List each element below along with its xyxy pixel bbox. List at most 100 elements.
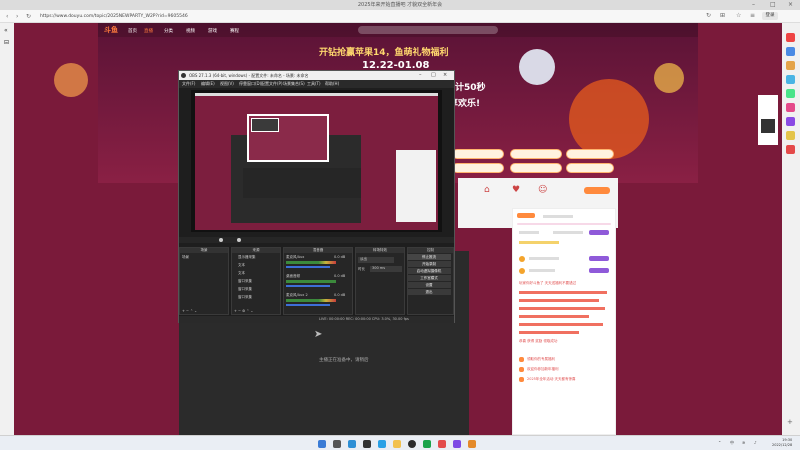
app-icon[interactable] (786, 89, 795, 98)
minimize-icon[interactable]: – (419, 72, 422, 78)
source-item[interactable]: 文本 (238, 271, 245, 276)
exit-button[interactable]: 退出 (407, 289, 451, 295)
browser-icon[interactable] (378, 440, 386, 448)
obs-taskbar-icon[interactable] (408, 440, 416, 448)
obs-window[interactable]: OBS 27.1.3 (64-bit, windows) - 配置文件: 未命名… (178, 70, 455, 323)
add-icon[interactable]: + (787, 418, 793, 426)
transition-select[interactable]: 淡出 (358, 257, 394, 263)
panel-tag[interactable] (589, 256, 609, 261)
close-icon[interactable]: × (788, 1, 793, 8)
panel-tag[interactable] (589, 230, 609, 235)
gear-icon[interactable] (237, 238, 241, 242)
start-virtual-camera-button[interactable]: 启动虚拟摄像机 (407, 268, 451, 274)
site-logo[interactable]: 斗鱼 (104, 25, 118, 35)
login-button[interactable]: 登录 (762, 12, 778, 20)
app-icon[interactable] (453, 440, 461, 448)
menu-edit[interactable]: 编辑(E) (201, 81, 215, 87)
favorite-icon[interactable]: ☆ (736, 12, 741, 19)
app-icon[interactable] (468, 440, 476, 448)
tab-activity[interactable] (517, 213, 535, 218)
start-recording-button[interactable]: 开始录制 (407, 261, 451, 267)
volume-slider[interactable] (286, 304, 330, 306)
close-icon[interactable]: × (443, 72, 447, 78)
promo-button-3[interactable] (566, 149, 614, 159)
panel-list-item-1[interactable]: 领取你的专属福利 (527, 357, 555, 362)
nav-games[interactable]: 游戏 (208, 28, 217, 34)
promo-button-2[interactable] (510, 149, 562, 159)
menu-profile[interactable]: 配置文件(P) (261, 81, 283, 87)
follow-button[interactable] (584, 187, 610, 194)
app-icon[interactable] (786, 103, 795, 112)
app-icon[interactable] (786, 75, 795, 84)
menu-icon[interactable]: ≡ (750, 12, 755, 19)
volume-slider[interactable] (286, 285, 330, 287)
panel-list-item-2[interactable]: 欢迎你参加新年福利 (527, 367, 559, 372)
tray-chevron-icon[interactable]: ⌃ (718, 440, 721, 445)
menu-file[interactable]: 文件(F) (182, 81, 195, 87)
app-icon[interactable] (786, 145, 795, 154)
tab-rules[interactable] (543, 215, 573, 218)
gift-icon[interactable]: ⌂ (484, 185, 490, 195)
radio-icon[interactable] (219, 238, 223, 242)
source-item[interactable]: 窗口采集 (238, 279, 252, 284)
promo-button-4[interactable] (452, 163, 504, 173)
panel-tag[interactable] (589, 268, 609, 273)
duration-input[interactable]: 300 ms (370, 266, 402, 272)
studio-mode-button[interactable]: 工作室模式 (407, 275, 451, 281)
volume-icon[interactable]: ♪ (754, 440, 757, 445)
language-indicator[interactable]: 中 (730, 440, 734, 446)
app-icon[interactable] (786, 117, 795, 126)
start-icon[interactable] (318, 440, 326, 448)
nav-schedule[interactable]: 赛程 (230, 28, 239, 34)
file-explorer-icon[interactable] (393, 440, 401, 448)
site-search-input[interactable] (358, 26, 498, 34)
search-icon[interactable] (333, 440, 341, 448)
obs-preview[interactable] (191, 90, 442, 232)
wifi-icon[interactable]: ≋ (742, 440, 745, 445)
maximize-icon[interactable]: □ (431, 72, 436, 78)
menu-scene-collection[interactable]: 场景集合(S) (283, 81, 305, 87)
minimize-icon[interactable]: – (752, 1, 755, 8)
add-source-icon[interactable]: + − ⚙ ⌃ ⌄ (234, 309, 253, 313)
menu-help[interactable]: 帮助(H) (325, 81, 339, 87)
promo-button-6[interactable] (566, 163, 614, 173)
source-item[interactable]: 显示器采集 (238, 255, 256, 260)
stop-streaming-button[interactable]: 停止推流 (407, 254, 451, 260)
app-icon[interactable] (786, 61, 795, 70)
app-icon[interactable] (786, 33, 795, 42)
nav-category[interactable]: 分类 (164, 28, 173, 34)
promo-button-5[interactable] (510, 163, 562, 173)
menu-docks[interactable]: 停靠窗口(D) (239, 81, 261, 87)
reload-icon[interactable]: ↻ (26, 13, 31, 20)
source-item[interactable]: 窗口采集 (238, 295, 252, 300)
back-icon[interactable]: ‹ (6, 13, 8, 20)
nav-video[interactable]: 视频 (186, 28, 195, 34)
panel-list-item-3[interactable]: 2025年全年活动 天天都有惊喜 (527, 377, 576, 382)
app-icon[interactable] (786, 131, 795, 140)
obs-title-bar[interactable]: OBS 27.1.3 (64-bit, windows) - 配置文件: 未命名… (179, 71, 454, 80)
menu-view[interactable]: 视图(V) (220, 81, 234, 87)
source-item[interactable]: 文本 (238, 263, 245, 268)
clock[interactable]: 19:30 2022/12/28 (772, 438, 792, 448)
tab-title[interactable]: 2025年来开始直播吧 才貌双全新年会 (300, 1, 500, 8)
app-icon[interactable] (423, 440, 431, 448)
task-view-icon[interactable] (348, 440, 356, 448)
menu-tools[interactable]: 工具(T) (307, 81, 321, 87)
source-item[interactable]: 窗口采集 (238, 287, 252, 292)
add-scene-icon[interactable]: + − ⌃ ⌄ (182, 309, 197, 313)
forward-icon[interactable]: › (16, 13, 18, 20)
collapse-icon[interactable]: « (4, 27, 8, 34)
smile-icon[interactable]: ☺ (538, 185, 547, 195)
nav-live[interactable]: 直播 (144, 28, 153, 34)
settings-button[interactable]: 设置 (407, 282, 451, 288)
extensions-icon[interactable]: ⊞ (720, 12, 725, 19)
maximize-icon[interactable]: □ (770, 1, 776, 8)
app-icon[interactable] (363, 440, 371, 448)
heart-icon[interactable]: ♥ (512, 185, 520, 195)
promo-button-1[interactable] (452, 149, 504, 159)
url-field[interactable]: https://www.douyu.com/topic/2025NEWPARTY… (40, 13, 640, 21)
nav-home[interactable]: 首页 (128, 28, 137, 34)
scene-item[interactable]: 场景 (182, 255, 189, 260)
app-icon[interactable] (786, 47, 795, 56)
refresh-icon[interactable]: ↻ (706, 12, 711, 19)
